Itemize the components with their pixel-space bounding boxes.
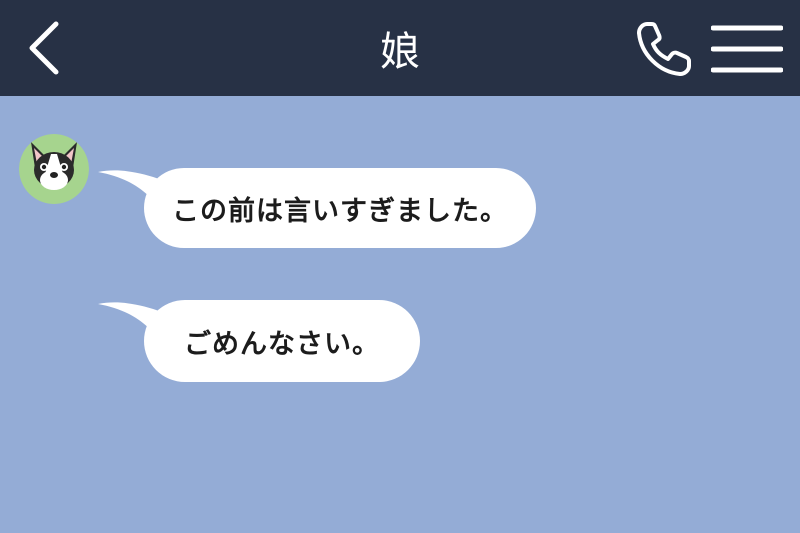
call-button[interactable] <box>628 14 700 84</box>
back-button[interactable] <box>14 14 74 82</box>
chat-header: 娘 <box>0 0 800 96</box>
avatar[interactable] <box>19 134 89 204</box>
message-bubble[interactable]: この前は言いすぎました。 <box>144 168 536 248</box>
message-bubble[interactable]: ごめんなさい。 <box>144 300 420 382</box>
menu-button[interactable] <box>706 18 788 80</box>
dog-avatar-icon <box>19 134 89 204</box>
message-text: ごめんなさい。 <box>184 328 380 360</box>
chat-title: 娘 <box>380 29 420 75</box>
phone-icon <box>637 22 691 76</box>
chevron-left-icon <box>29 21 59 75</box>
message-text: この前は言いすぎました。 <box>172 195 508 227</box>
hamburger-menu-icon <box>711 25 783 73</box>
